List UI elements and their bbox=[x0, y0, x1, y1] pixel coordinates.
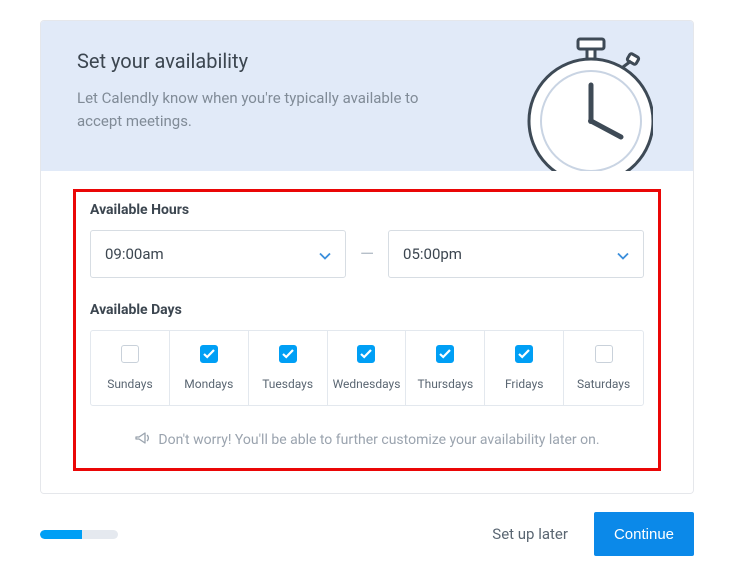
day-cell-sunday[interactable]: Sundays bbox=[91, 331, 170, 405]
availability-card: Set your availability Let Calendly know … bbox=[40, 20, 694, 494]
hours-row: 09:00am — 05:00pm bbox=[90, 230, 644, 278]
day-checkbox-monday[interactable] bbox=[200, 345, 218, 363]
chevron-down-icon bbox=[319, 245, 331, 264]
time-range-dash: — bbox=[360, 244, 374, 265]
days-grid: Sundays Mondays Tuesdays bbox=[90, 330, 644, 406]
day-cell-friday[interactable]: Fridays bbox=[485, 331, 564, 405]
day-cell-saturday[interactable]: Saturdays bbox=[564, 331, 643, 405]
day-cell-tuesday[interactable]: Tuesdays bbox=[249, 331, 328, 405]
day-label: Mondays bbox=[174, 377, 244, 391]
header-banner: Set your availability Let Calendly know … bbox=[41, 21, 693, 171]
day-cell-wednesday[interactable]: Wednesdays bbox=[328, 331, 407, 405]
day-checkbox-wednesday[interactable] bbox=[357, 345, 375, 363]
day-checkbox-tuesday[interactable] bbox=[279, 345, 297, 363]
day-label: Fridays bbox=[489, 377, 559, 391]
page-subtitle: Let Calendly know when you're typically … bbox=[77, 87, 447, 132]
setup-later-link[interactable]: Set up later bbox=[492, 525, 568, 543]
day-label: Thursdays bbox=[410, 377, 480, 391]
start-time-value: 09:00am bbox=[105, 245, 164, 263]
day-cell-monday[interactable]: Mondays bbox=[170, 331, 249, 405]
tip-text: Don't worry! You'll be able to further c… bbox=[158, 432, 599, 448]
day-cell-thursday[interactable]: Thursdays bbox=[406, 331, 485, 405]
footer-actions: Set up later Continue bbox=[492, 512, 694, 556]
end-time-value: 05:00pm bbox=[403, 245, 462, 263]
page-title: Set your availability bbox=[77, 49, 657, 73]
day-checkbox-sunday[interactable] bbox=[121, 345, 139, 363]
tip-row: Don't worry! You'll be able to further c… bbox=[90, 430, 644, 450]
chevron-down-icon bbox=[617, 245, 629, 264]
day-label: Tuesdays bbox=[253, 377, 323, 391]
start-time-select[interactable]: 09:00am bbox=[90, 230, 346, 278]
day-checkbox-friday[interactable] bbox=[515, 345, 533, 363]
day-label: Wednesdays bbox=[332, 377, 402, 391]
progress-bar bbox=[40, 530, 118, 539]
footer: Set up later Continue bbox=[40, 512, 694, 556]
day-label: Saturdays bbox=[568, 377, 639, 391]
available-days-label: Available Days bbox=[90, 302, 644, 318]
megaphone-icon bbox=[134, 430, 150, 450]
day-label: Sundays bbox=[95, 377, 165, 391]
day-checkbox-saturday[interactable] bbox=[595, 345, 613, 363]
day-checkbox-thursday[interactable] bbox=[436, 345, 454, 363]
available-hours-label: Available Hours bbox=[90, 202, 644, 218]
progress-fill bbox=[40, 530, 82, 539]
end-time-select[interactable]: 05:00pm bbox=[388, 230, 644, 278]
highlight-box: Available Hours 09:00am — 05:00pm Availa… bbox=[73, 189, 661, 471]
form-body: Available Hours 09:00am — 05:00pm Availa… bbox=[41, 171, 693, 493]
continue-button[interactable]: Continue bbox=[594, 512, 694, 556]
